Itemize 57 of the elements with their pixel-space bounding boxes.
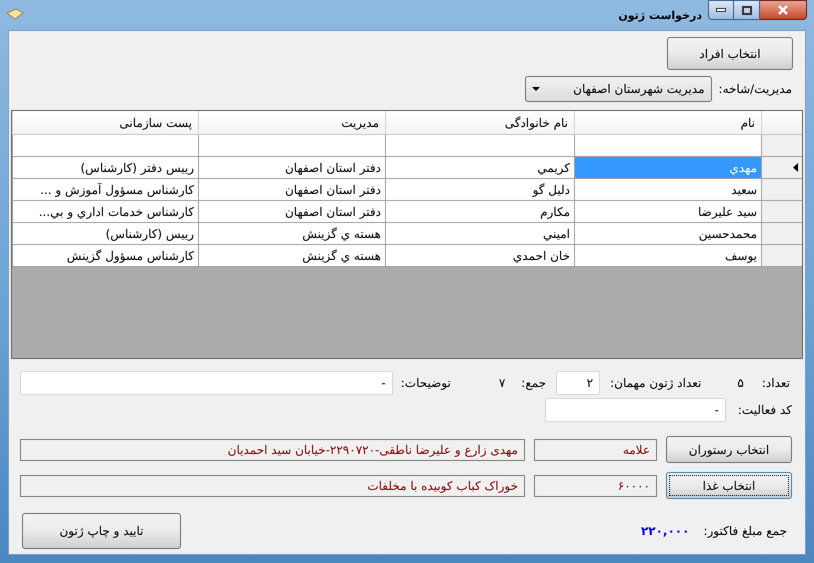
table-cell[interactable]: كارشناس مسؤول آموزش و ... xyxy=(12,179,198,200)
app-icon[interactable] xyxy=(6,8,24,20)
table-cell[interactable]: محمدحسين xyxy=(574,223,761,244)
select-food-button[interactable]: انتخاب غذا xyxy=(666,472,792,499)
table-cell[interactable]: هسته ي گزينش xyxy=(198,223,385,244)
select-restaurant-button[interactable]: انتخاب رستوران xyxy=(666,436,792,463)
table-cell[interactable]: مكارم xyxy=(385,201,574,222)
column-header[interactable]: پست سازمانی xyxy=(12,111,198,134)
minimize-button[interactable] xyxy=(708,0,734,20)
guest-tickets-field[interactable]: ۲ xyxy=(556,371,600,395)
table-cell[interactable]: رييس دفتر (كارشناس) xyxy=(12,157,198,178)
close-icon xyxy=(777,5,789,15)
row-header-corner xyxy=(761,111,802,134)
select-people-button[interactable]: انتخاب افراد xyxy=(667,37,793,70)
table-cell[interactable]: كارشناس مسؤول گزينش xyxy=(12,245,198,266)
table-cell[interactable]: هسته ي گزينش xyxy=(198,245,385,266)
dropdown-arrow-icon xyxy=(532,87,540,91)
window-title: درخواست ژتون xyxy=(618,8,702,24)
notes-label: توضیحات: xyxy=(400,375,451,392)
row-header[interactable] xyxy=(761,157,802,178)
table-cell[interactable]: سيد عليرضا xyxy=(574,201,761,222)
table-cell[interactable]: خان احمدي xyxy=(385,245,574,266)
table-cell[interactable]: دفتر استان اصفهان xyxy=(198,157,385,178)
table-cell[interactable]: كارشناس خدمات اداري و بي... xyxy=(12,201,198,222)
count-label: تعداد: xyxy=(762,375,790,392)
restaurant-name-field: علامه xyxy=(534,438,657,460)
activity-code-label: کد فعالیت: xyxy=(738,402,792,419)
table-cell[interactable]: يوسف xyxy=(574,245,761,266)
maximize-icon xyxy=(742,6,752,14)
count-value: ۵ xyxy=(737,375,744,392)
column-header[interactable]: مدیریت xyxy=(198,111,385,134)
table-cell[interactable]: رييس (كارشناس) xyxy=(12,223,198,244)
sum-label: جمع: xyxy=(521,375,546,392)
minimize-icon xyxy=(716,8,726,12)
table-cell[interactable]: اميني xyxy=(385,223,574,244)
column-header[interactable]: نام xyxy=(574,111,761,134)
current-row-arrow-icon xyxy=(793,163,798,172)
branch-dropdown[interactable]: مدیریت شهرستان اصفهان xyxy=(524,76,712,102)
guest-tickets-label: تعداد ژتون مهمان: xyxy=(610,375,702,392)
restaurant-details-field: مهدی زارع و علیرضا ناطقی-۲۲۹۰۷۲۰-خیابان سید احمدیان xyxy=(20,438,525,460)
table-cell[interactable]: دفتر استان اصفهان xyxy=(198,201,385,222)
maximize-button[interactable] xyxy=(734,0,760,20)
food-price-field: ۶۰۰۰۰ xyxy=(534,474,657,496)
column-header[interactable]: نام خانوادگی xyxy=(385,111,574,134)
table-cell[interactable]: دفتر استان اصفهان xyxy=(198,179,385,200)
notes-field[interactable]: - xyxy=(20,371,393,395)
table-cell[interactable]: سعيد xyxy=(574,179,761,200)
invoice-total-label: جمع مبلغ فاکتور: xyxy=(703,523,787,540)
branch-label: مدیریت/شاخه: xyxy=(718,81,792,98)
invoice-total-value: ۲۲۰,۰۰۰ xyxy=(640,523,690,540)
food-details-field: خوراک کباب کوبیده با مخلفات xyxy=(20,474,525,496)
close-button[interactable] xyxy=(760,0,807,20)
confirm-print-button[interactable]: تایید و چاپ ژتون xyxy=(22,513,181,549)
activity-code-field[interactable]: - xyxy=(544,398,726,422)
table-cell[interactable]: دليل گو xyxy=(385,179,574,200)
sum-value: ۷ xyxy=(498,375,506,392)
table-cell[interactable]: كريمي xyxy=(385,157,574,178)
